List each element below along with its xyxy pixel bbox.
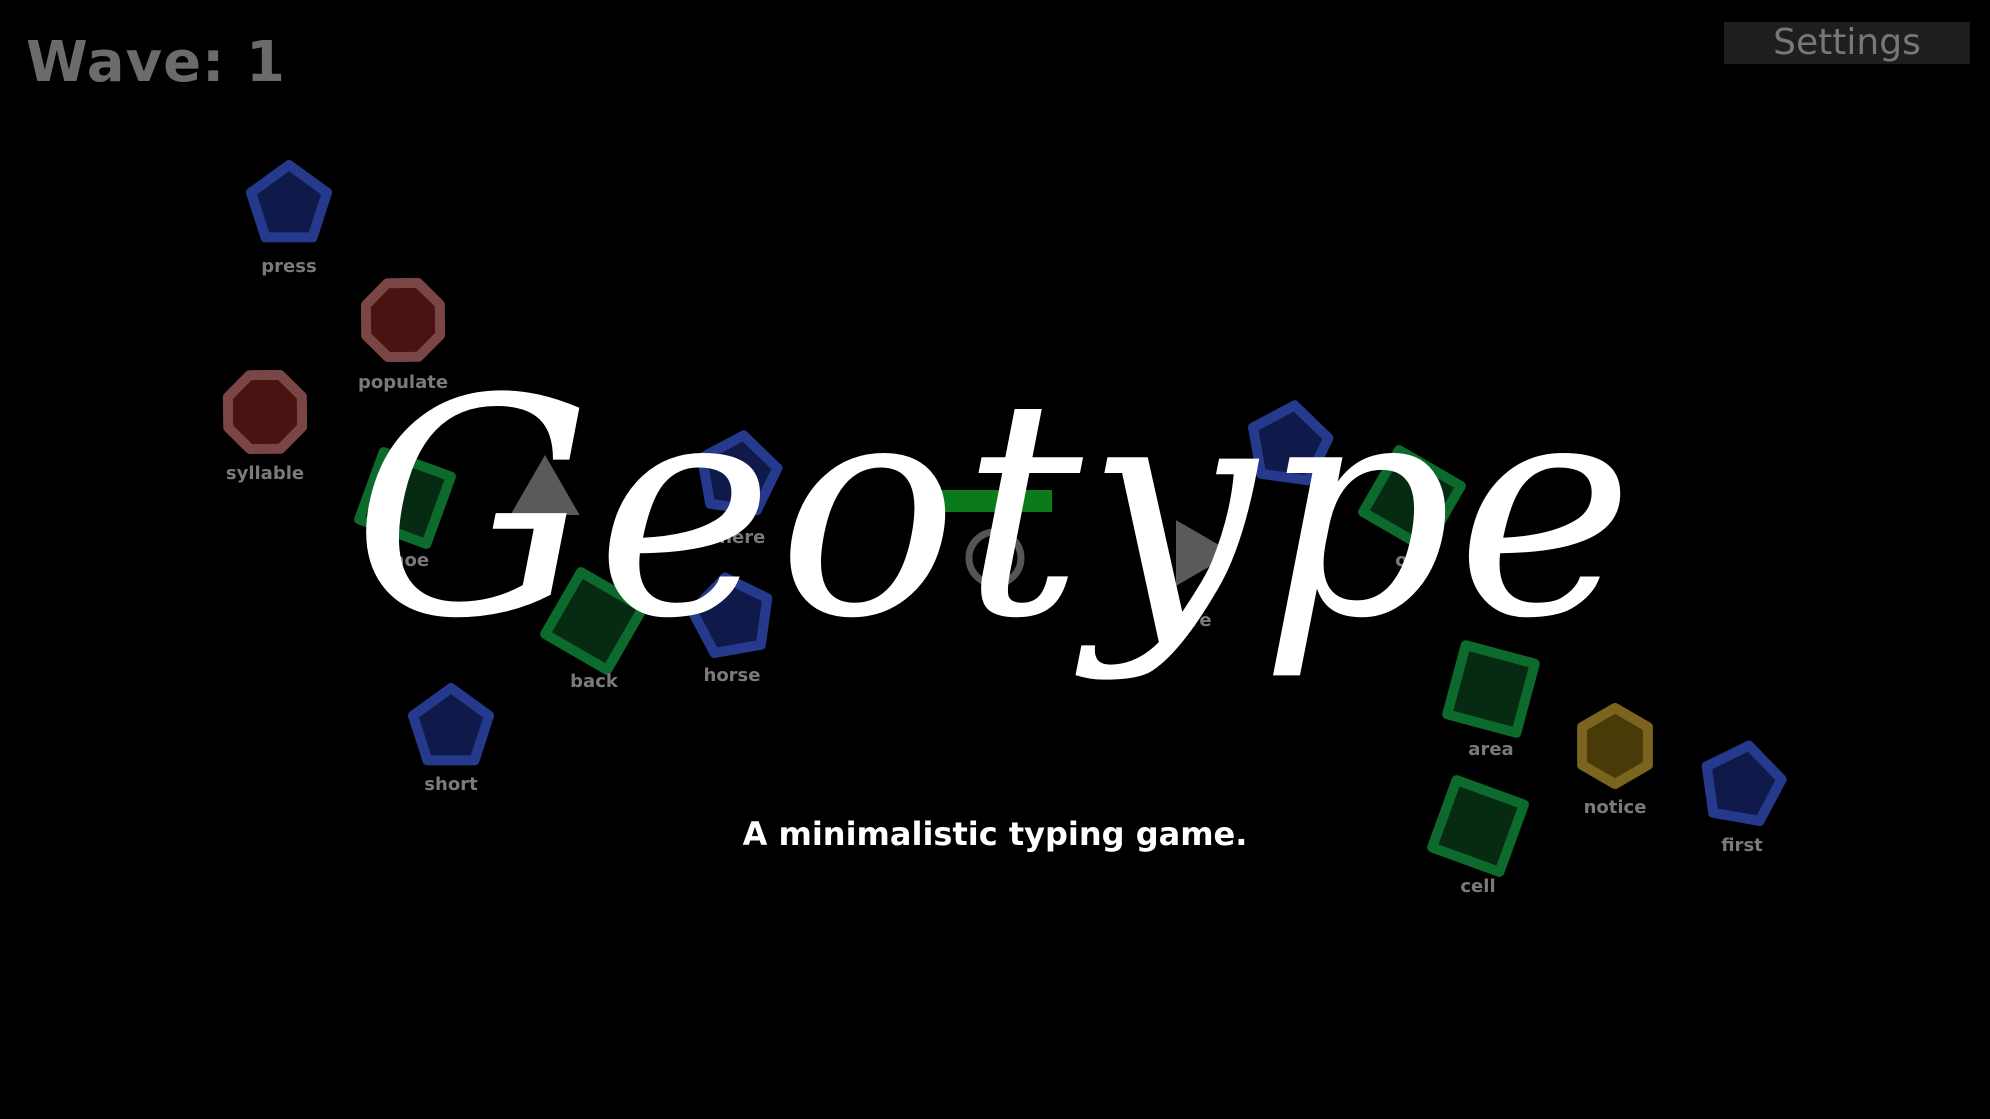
enemy-word-label: un <box>532 545 558 566</box>
enemy-word-label: syllable <box>226 463 304 484</box>
enemy-hexagon-icon <box>1577 703 1653 789</box>
enemy: syllable <box>222 369 308 484</box>
player-turret <box>938 490 1052 588</box>
enemy: are <box>1176 520 1233 631</box>
enemy: area <box>1442 640 1540 760</box>
enemy: short <box>408 683 494 795</box>
enemy-pentagon-icon <box>408 683 494 766</box>
enemy: press <box>246 160 332 277</box>
enemy <box>1248 400 1334 486</box>
enemy-word-label: press <box>261 256 316 277</box>
enemy-word-label: horse <box>704 665 761 686</box>
enemy-word-label: back <box>570 671 619 692</box>
enemy: notice <box>1577 703 1653 818</box>
game-subtitle: A minimalistic typing game. <box>742 815 1248 853</box>
enemy: horse <box>687 572 773 686</box>
enemy-square-icon <box>354 447 456 549</box>
enemy: shoe <box>354 447 456 571</box>
enemy-word-label: short <box>424 774 478 795</box>
enemy-triangle-icon <box>510 455 580 515</box>
enemy-octagon-icon <box>360 277 446 363</box>
enemy: un <box>510 455 580 566</box>
game-field: press populate syllable shoe un there back hors… <box>222 160 1787 897</box>
enemy-word-label: area <box>1468 739 1513 760</box>
enemy-word-label: are <box>1178 610 1211 631</box>
enemy-word-label: cell <box>1460 876 1495 897</box>
enemy-octagon-icon <box>222 369 308 455</box>
enemy-word-label: populate <box>358 372 448 393</box>
enemy-pentagon-icon <box>1248 400 1334 486</box>
enemy-square-icon <box>1442 640 1540 738</box>
wave-counter: Wave: 1 <box>26 30 286 95</box>
enemy-pentagon-icon <box>246 160 332 243</box>
player-core-icon <box>965 528 1025 588</box>
enemy-pentagon-icon <box>697 430 783 516</box>
enemy: ore <box>1358 445 1466 571</box>
enemy-pentagon-icon <box>687 572 773 658</box>
enemy: there <box>697 430 783 548</box>
player-health-bar <box>938 490 1052 512</box>
enemy-square-icon <box>1358 445 1466 553</box>
enemy-square-icon <box>540 567 648 675</box>
enemy-word-label: shoe <box>381 550 429 571</box>
enemy: populate <box>358 277 448 393</box>
enemy-word-label: ore <box>1395 550 1428 571</box>
settings-button[interactable]: Settings <box>1724 22 1970 64</box>
enemy: back <box>540 567 648 692</box>
enemy-pentagon-icon <box>1701 740 1787 826</box>
enemy-triangle-icon <box>1176 520 1233 586</box>
enemy-word-label: there <box>711 527 766 548</box>
